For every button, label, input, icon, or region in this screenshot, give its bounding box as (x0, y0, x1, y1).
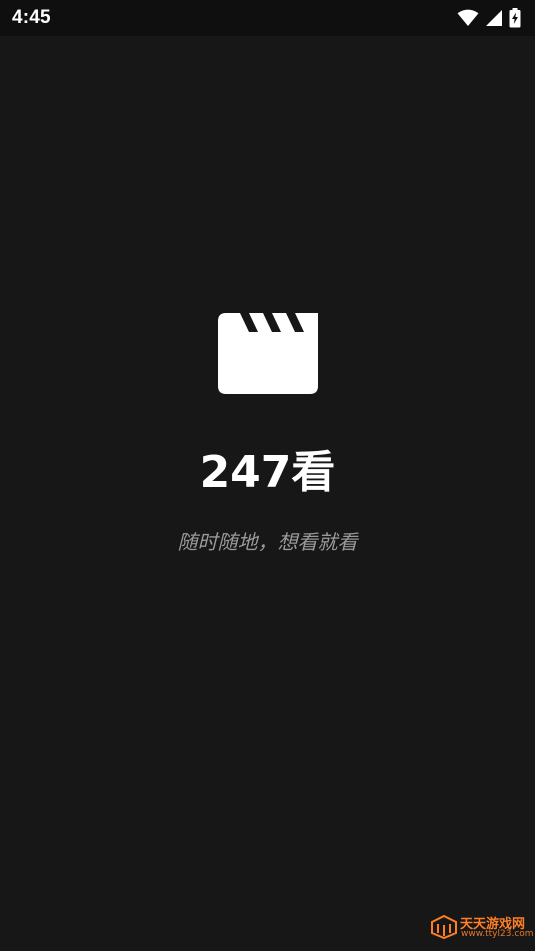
wifi-icon (457, 9, 479, 27)
app-name: 247看 (199, 447, 336, 498)
signal-icon (485, 9, 503, 27)
status-bar: 4:45 (0, 0, 535, 36)
watermark: 天天游戏网 www.ttyl23.com (431, 913, 534, 941)
watermark-url: www.ttyl23.com (461, 929, 534, 939)
status-time: 4:45 (12, 7, 51, 28)
clapperboard-icon (218, 313, 318, 394)
splash-screen: 247看 随时随地，想看就看 (0, 36, 535, 951)
watermark-logo-icon (431, 914, 457, 940)
battery-charging-icon (509, 8, 521, 28)
tagline: 随时随地，想看就看 (177, 530, 358, 554)
status-icons (457, 7, 521, 29)
